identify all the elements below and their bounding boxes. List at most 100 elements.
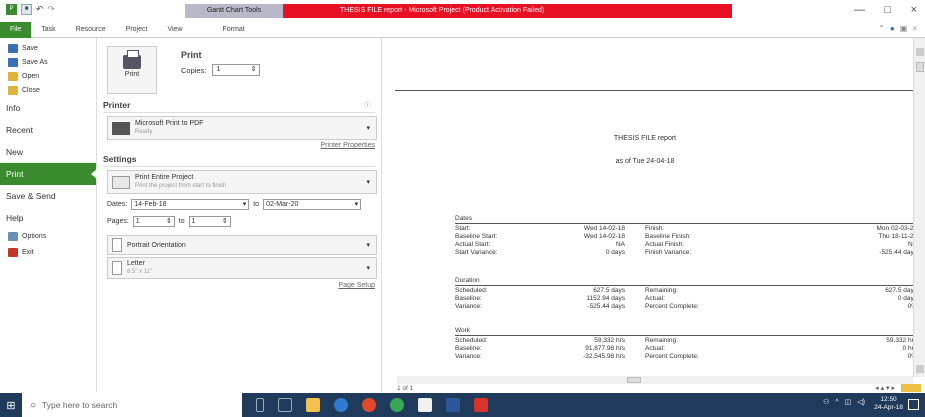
printer-icon [123,50,141,69]
page-setup-link[interactable]: Page Setup [338,282,375,289]
volume-icon[interactable]: ◁) [857,398,865,406]
options-icon [8,231,18,241]
nav-close[interactable]: Close [0,83,96,97]
print-range-dropdown[interactable]: Print Entire Project Print the project fr… [107,170,377,194]
scroll-up-icon[interactable] [916,48,924,56]
multi-page-icon[interactable] [901,384,921,392]
tab-file[interactable]: File [0,21,32,38]
people-icon[interactable]: ⚇ [823,398,829,406]
nav-open[interactable]: Open [0,69,96,83]
nav-new[interactable]: New [0,141,96,163]
minimize-ribbon-icon[interactable]: ⌃ [878,24,885,33]
chevron-up-icon[interactable]: ^ [835,399,838,406]
save-icon[interactable]: ■ [21,4,32,15]
tab-task[interactable]: Task [31,22,65,38]
chevron-down-icon: ▾ [366,125,370,132]
table-row: Scheduled: 59,332 hrs Remaining: 59,332 hrs [455,337,917,344]
horizontal-scrollbar[interactable] [397,376,913,384]
chevron-down-icon: ▾ [354,201,359,208]
browser-icon[interactable] [362,398,376,412]
taskbar-search[interactable]: ○ Type here to search [22,393,242,417]
date-to-field[interactable]: 02-Mar-20 ▾ [263,199,362,210]
ribbon-tabs: File Task Resource Project View Format [0,21,925,38]
store-icon[interactable] [418,398,432,412]
group-heading: Dates [455,215,917,224]
printer-info-icon[interactable]: ⓘ [364,100,371,110]
print-range-icon [112,175,130,189]
page-from-spinner[interactable]: 1 ⇕ [132,216,175,227]
tab-project[interactable]: Project [116,22,158,38]
hscroll-thumb[interactable] [627,377,641,383]
nav-save-send[interactable]: Save & Send [0,185,96,207]
page-count: 1 of 1 [397,385,414,392]
zoom-icons[interactable]: ◂ ▴ ▾ ▸ [875,384,895,392]
search-icon: ○ [30,399,37,411]
print-button[interactable]: Print [107,46,157,94]
copies-value: 1 [216,66,221,73]
minimize-button[interactable]: — [854,4,865,16]
table-row: Start: Wed 14-02-18 Finish: Mon 02-03-20 [455,225,917,232]
preview-page: THESIS FILE report as of Tue 24-04-18 Da… [395,90,917,377]
spinner-arrows-icon: ⇕ [165,218,172,225]
table-row: Variance:-525.44 daysPercent Complete:0% [455,303,917,310]
maximize-button[interactable]: □ [884,4,891,16]
clock[interactable]: 12:50 24-Apr-18 [874,396,903,412]
tab-view[interactable]: View [157,22,192,38]
nav-recent[interactable]: Recent [0,119,96,141]
paper-size-dropdown[interactable]: Letter 8.5" x 11" ▾ [107,257,377,279]
close-doc-icon[interactable]: × [912,24,917,33]
chevron-down-icon: ▾ [366,265,370,272]
nav-save[interactable]: Save [0,41,96,55]
restore-icon[interactable]: ▣ [900,24,908,33]
close-button[interactable]: × [911,4,917,16]
window-title: THESIS FILE report - Microsoft Project (… [340,7,545,14]
nav-print[interactable]: Print [0,163,97,185]
paper-size: 8.5" x 11" [127,269,153,275]
nav-help[interactable]: Help [0,207,96,229]
copies-spinner[interactable]: 1 ⇕ [212,64,261,76]
clock-date: 24-Apr-18 [874,404,903,411]
orientation-dropdown[interactable]: Portrait Orientation ▾ [107,235,377,255]
redo-icon[interactable]: ↷ [48,4,56,15]
pdf-icon[interactable] [474,398,488,412]
project-app-icon: P [6,4,17,15]
task-view-icon[interactable] [278,398,292,412]
tab-format[interactable]: Format [213,22,255,38]
explorer-icon[interactable] [306,398,320,412]
mic-icon[interactable] [256,398,264,412]
dates-row: Dates: 14-Feb-18 ▾ to 02-Mar-20 ▾ [107,199,362,210]
nav-open-label: Open [22,72,40,80]
table-row: Start Variance: 0 days Finish Variance: -52… [455,249,917,256]
edge-icon[interactable] [334,398,348,412]
tab-resource[interactable]: Resource [66,22,116,38]
print-title: Print [181,50,202,60]
word-icon[interactable] [446,398,460,412]
nav-exit[interactable]: Exit [0,245,96,259]
printer-device-icon [112,121,130,135]
date-from-value: 14-Feb-18 [134,201,167,208]
page-to-value: 1 [191,218,196,225]
printer-dropdown[interactable]: Microsoft Print to PDF Ready ▾ [107,116,377,140]
nav-options[interactable]: Options [0,229,96,243]
nav-save-label: Save [22,44,38,52]
printer-name: Microsoft Print to PDF [135,120,204,127]
undo-icon[interactable]: ↶ [36,4,44,15]
chrome-icon[interactable] [390,398,404,412]
vertical-scrollbar[interactable] [913,38,925,377]
report-subtitle: as of Tue 24-04-18 [615,158,675,165]
help-icon[interactable]: ● [890,24,895,33]
printer-divider [103,112,375,113]
scroll-thumb[interactable] [916,62,924,72]
page-to-spinner[interactable]: 1 ⇕ [188,216,231,227]
clock-time: 12:50 [880,396,897,403]
date-from-field[interactable]: 14-Feb-18 ▾ [131,199,250,210]
notification-icon[interactable] [908,399,919,410]
print-preview: THESIS FILE report as of Tue 24-04-18 Da… [383,38,917,377]
printer-properties-link[interactable]: Printer Properties [321,142,375,149]
windows-start-icon[interactable]: ⊞ [0,399,22,412]
nav-info[interactable]: Info [0,97,96,119]
scroll-down-icon[interactable] [916,365,924,373]
copies-label: Copies: [181,65,207,75]
network-icon[interactable]: ◫ [845,398,852,406]
nav-save-as[interactable]: Save As [0,55,96,69]
